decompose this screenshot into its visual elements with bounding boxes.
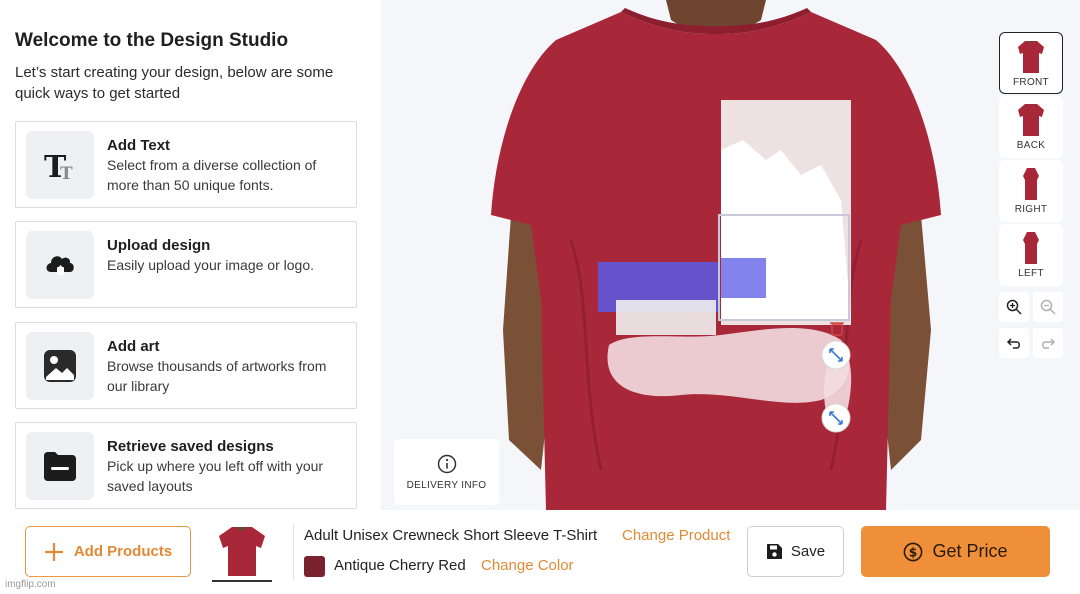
view-front-label: FRONT [1013, 77, 1049, 88]
history-controls [999, 328, 1063, 358]
zoom-in-button[interactable] [999, 292, 1029, 322]
front-shirt-icon [1018, 41, 1044, 73]
retrieve-saved-description: Pick up where you left off with your sav… [107, 458, 324, 494]
welcome-subtitle: Let’s start creating your design, below … [15, 64, 334, 102]
left-shirt-icon [1023, 232, 1039, 264]
product-thumbnail[interactable] [212, 522, 272, 582]
delivery-info-button[interactable]: DELIVERY INFO [394, 439, 499, 505]
add-products-label: Add Products [73, 543, 173, 560]
back-shirt-icon [1018, 104, 1044, 136]
get-price-button[interactable]: $ Get Price [861, 526, 1050, 577]
cloud-upload-icon [26, 231, 94, 299]
color-swatch [304, 556, 325, 577]
tshirt-preview [481, 0, 951, 510]
delivery-info-label: DELIVERY INFO [406, 479, 487, 491]
redo-icon [1042, 338, 1056, 349]
retrieve-saved-option[interactable]: Retrieve saved designs Pick up where you… [15, 422, 357, 509]
image-icon [26, 332, 94, 400]
welcome-title: Welcome to the Design Studio [15, 30, 289, 51]
bottom-bar: Add Products Adult Unisex Crewneck Short… [0, 510, 1080, 594]
tshirt-thumbnail-icon [219, 527, 265, 576]
zoom-out-button[interactable] [1033, 292, 1063, 322]
plus-icon [44, 542, 63, 561]
save-icon [766, 544, 782, 559]
add-text-option[interactable]: T T Add Text Select from a diverse colle… [15, 121, 357, 208]
dollar-icon: $ [904, 542, 923, 561]
add-art-description: Browse thousands of artworks from our li… [107, 358, 327, 394]
divider [293, 524, 294, 580]
zoom-controls [999, 292, 1063, 322]
add-text-title: Add Text [107, 137, 171, 154]
color-name: Antique Cherry Red [334, 557, 466, 574]
view-right-button[interactable]: RIGHT [999, 160, 1063, 222]
view-right-label: RIGHT [1014, 204, 1048, 215]
zoom-in-icon [1006, 299, 1022, 315]
left-panel: Welcome to the Design Studio Let’s start… [0, 0, 381, 510]
zoom-out-icon [1040, 299, 1056, 315]
get-price-label: Get Price [932, 541, 1008, 561]
info-icon [437, 454, 456, 473]
view-back-label: BACK [1016, 140, 1046, 151]
redo-button[interactable] [1033, 328, 1063, 358]
change-color-link[interactable]: Change Color [481, 557, 574, 574]
svg-text:$: $ [909, 545, 917, 559]
upload-design-option[interactable]: Upload design Easily upload your image o… [15, 221, 357, 308]
undo-button[interactable] [999, 328, 1029, 358]
right-shirt-icon [1023, 168, 1039, 200]
upload-design-description: Easily upload your image or logo. [107, 257, 315, 273]
design-canvas[interactable]: FRONT BACK RIGHT LEFT DELIVERY INFO [381, 0, 1080, 510]
retrieve-saved-title: Retrieve saved designs [107, 438, 274, 455]
undo-icon [1006, 338, 1020, 349]
save-label: Save [790, 543, 826, 560]
upload-design-title: Upload design [107, 237, 211, 254]
view-front-button[interactable]: FRONT [999, 32, 1063, 94]
change-product-link[interactable]: Change Product [622, 527, 730, 544]
view-left-label: LEFT [1018, 268, 1044, 279]
view-left-button[interactable]: LEFT [999, 224, 1063, 286]
add-art-title: Add art [107, 338, 160, 355]
svg-text:T: T [60, 164, 73, 183]
view-selector: FRONT BACK RIGHT LEFT [999, 32, 1063, 358]
design-studio: Welcome to the Design Studio Let’s start… [0, 0, 1080, 594]
add-text-description: Select from a diverse collection of more… [107, 157, 317, 193]
add-art-option[interactable]: Add art Browse thousands of artworks fro… [15, 322, 357, 409]
folder-icon [26, 432, 94, 500]
watermark: imgflip.com [5, 579, 56, 590]
view-back-button[interactable]: BACK [999, 96, 1063, 158]
save-button[interactable]: Save [747, 526, 844, 577]
text-icon: T T [26, 131, 94, 199]
product-name: Adult Unisex Crewneck Short Sleeve T-Shi… [304, 527, 598, 544]
add-products-button[interactable]: Add Products [25, 526, 191, 577]
